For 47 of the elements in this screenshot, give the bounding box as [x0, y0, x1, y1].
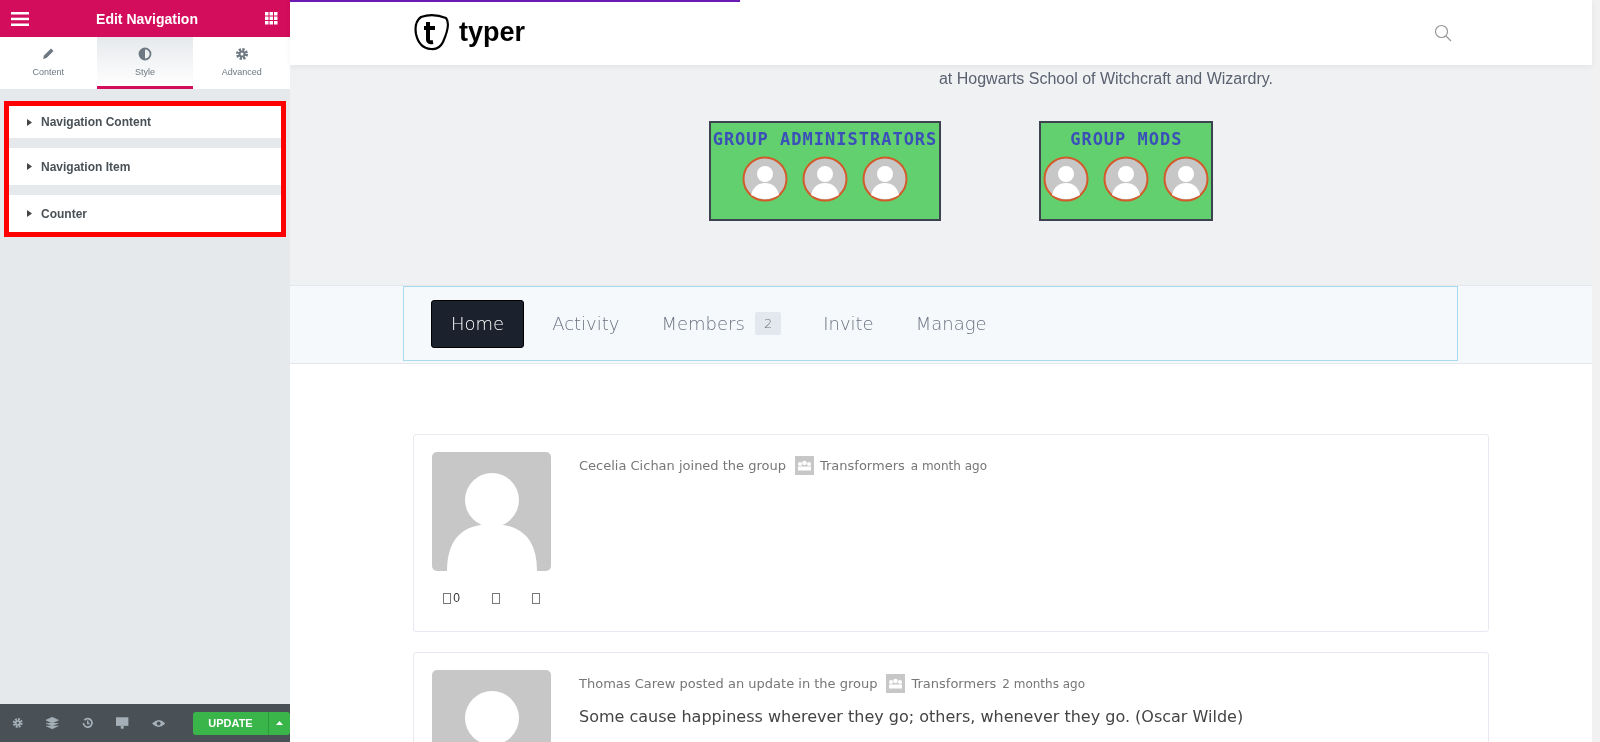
- avatar-icon[interactable]: [1043, 156, 1090, 202]
- caret-icon: [27, 163, 32, 170]
- comment-count: 0: [453, 591, 460, 605]
- settings-icon: [234, 46, 249, 61]
- count-badge: 2: [754, 312, 782, 335]
- activity-text: Thomas Carew posted an update in the group: [579, 676, 878, 691]
- search-icon[interactable]: [1434, 23, 1452, 42]
- caret-icon: [27, 210, 32, 217]
- caret-icon: [27, 118, 32, 126]
- contrast-icon: [138, 46, 152, 61]
- pencil-icon: [41, 46, 56, 61]
- activity-text: Cecelia Cichan joined the group: [579, 458, 786, 473]
- group-title: GROUP MODS: [1070, 129, 1183, 149]
- activity-content: Some cause happiness wherever they go; others, whenever they go. (Oscar Wilde): [579, 707, 1244, 726]
- nav-tab[interactable]: Home: [431, 299, 525, 348]
- layers-icon[interactable]: [46, 717, 59, 729]
- update-options-button[interactable]: [268, 711, 290, 735]
- grid-icon[interactable]: [265, 12, 278, 25]
- update-button[interactable]: UPDATE: [193, 711, 268, 735]
- menu-icon[interactable]: [11, 11, 29, 26]
- caret-icon: [276, 721, 283, 725]
- settings-icon[interactable]: [12, 717, 24, 729]
- nav-tab[interactable]: Activity: [538, 299, 634, 348]
- logo-text[interactable]: typer: [459, 17, 526, 48]
- section-header[interactable]: Counter: [9, 195, 281, 232]
- section-header[interactable]: Navigation Item: [9, 148, 281, 185]
- activity-time: a month ago: [910, 458, 987, 473]
- group-description: at Hogwarts School of Witchcraft and Wizardry.: [937, 69, 1273, 89]
- group-title: GROUP ADMINISTRATORS: [712, 129, 938, 149]
- panel-tab[interactable]: Style: [96, 37, 194, 89]
- logo-icon[interactable]: [413, 13, 451, 52]
- section-header[interactable]: Navigation Content: [9, 106, 281, 138]
- avatar-icon[interactable]: [1163, 156, 1210, 202]
- avatar-icon[interactable]: [862, 156, 908, 202]
- avatar-icon[interactable]: [1103, 156, 1150, 202]
- group-link[interactable]: Transformers: [820, 458, 905, 473]
- avatar-icon[interactable]: [802, 156, 848, 202]
- nav-tab[interactable]: Members 2: [647, 299, 796, 348]
- eye-icon[interactable]: [151, 718, 165, 728]
- history-icon[interactable]: [81, 717, 94, 729]
- avatar-icon[interactable]: [742, 156, 788, 202]
- group-link[interactable]: Transformers: [911, 676, 997, 691]
- desktop-icon[interactable]: [116, 717, 129, 729]
- nav-tab[interactable]: Invite: [809, 299, 888, 348]
- activity-time: 2 months ago: [1002, 676, 1086, 691]
- panel-title: Edit Navigation: [96, 10, 198, 27]
- nav-tab[interactable]: Manage: [901, 299, 1001, 348]
